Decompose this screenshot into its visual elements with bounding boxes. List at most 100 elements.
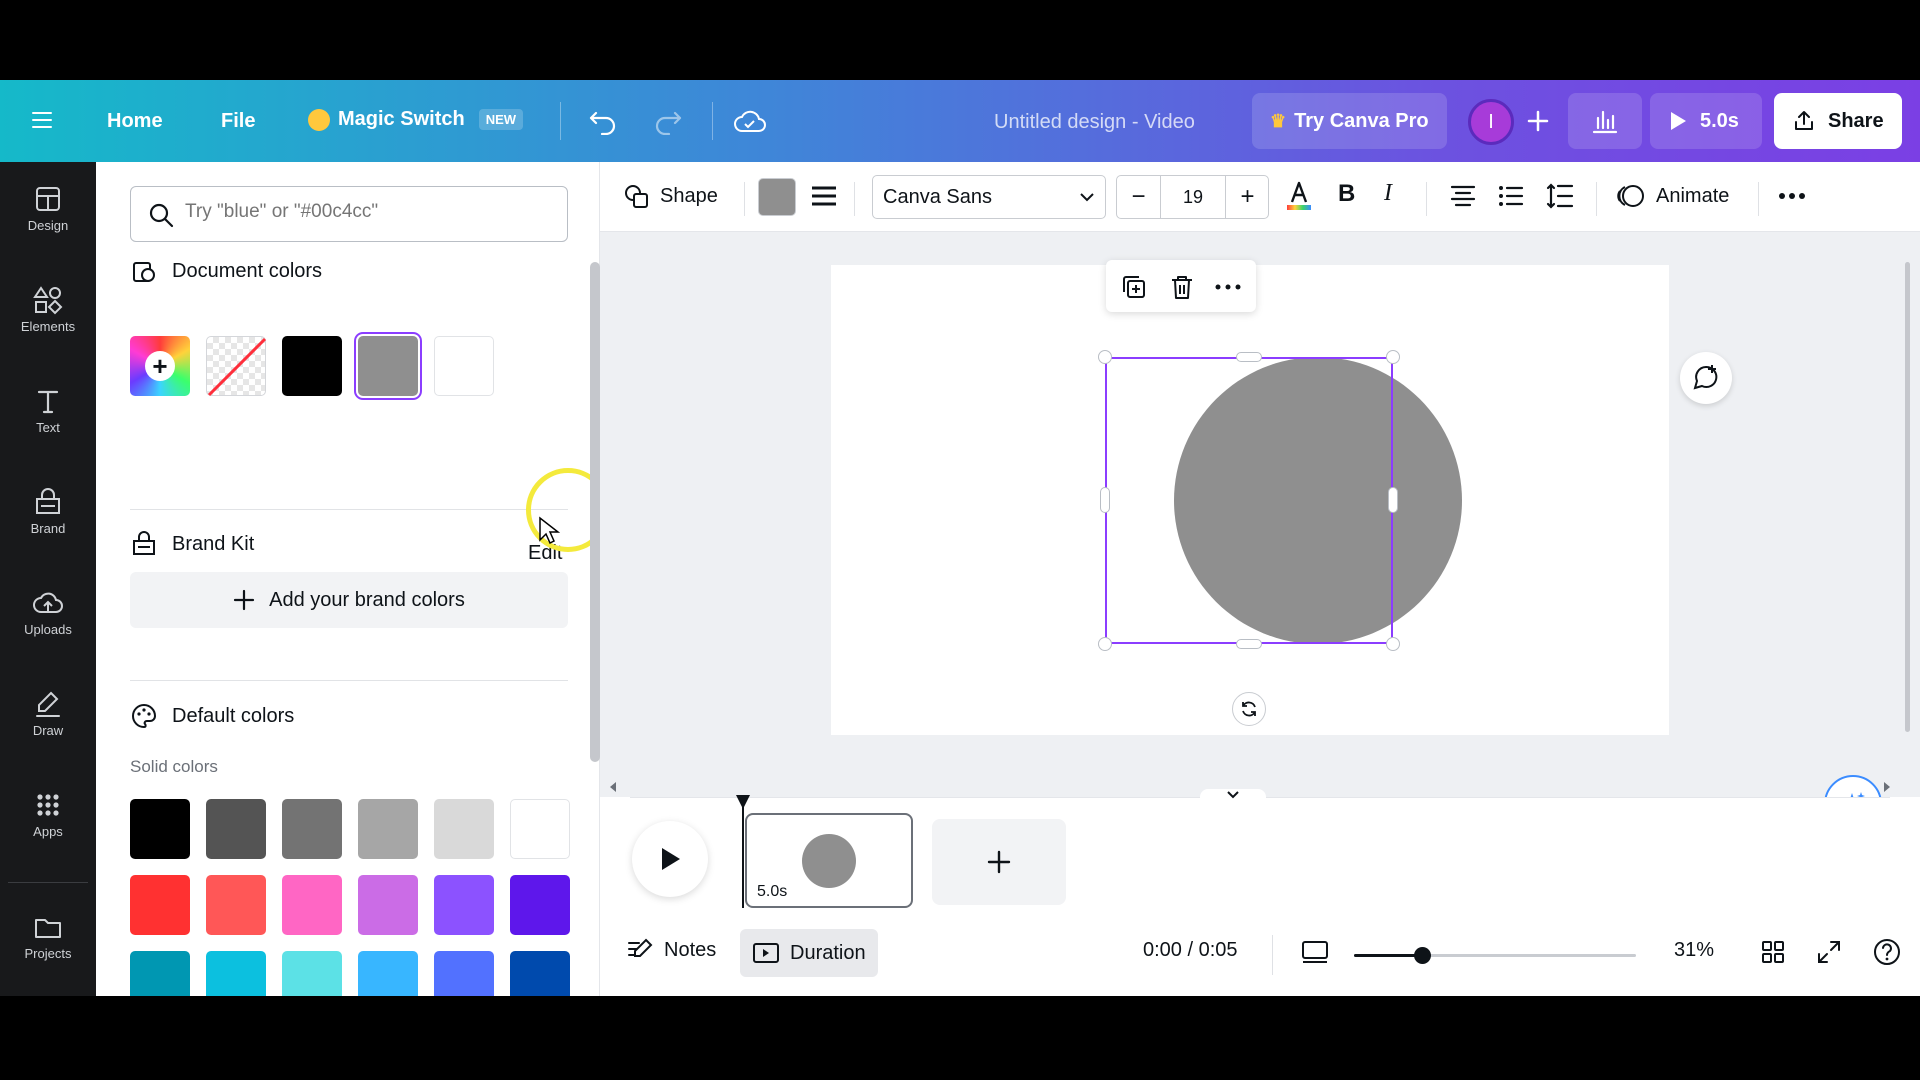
playhead[interactable]: [742, 802, 744, 908]
selection-box: [1105, 357, 1393, 644]
fullscreen-icon[interactable]: [1816, 939, 1842, 965]
sidebar-item-apps[interactable]: Apps: [0, 780, 96, 860]
play-preview-button[interactable]: 5.0s: [1650, 93, 1762, 149]
cloud-saved-icon[interactable]: [733, 107, 767, 135]
solid-color-swatch[interactable]: [130, 875, 190, 935]
add-comment-button[interactable]: [1680, 352, 1732, 404]
time-display: 0:00 / 0:05: [1143, 939, 1238, 961]
zoom-level[interactable]: 31%: [1674, 939, 1714, 962]
sidebar-item-design[interactable]: Design: [0, 174, 96, 254]
trash-icon[interactable]: [1168, 273, 1196, 301]
add-page-button[interactable]: [932, 819, 1066, 905]
font-size-input[interactable]: 19: [1161, 176, 1225, 218]
more-icon[interactable]: [1214, 280, 1242, 294]
zoom-slider[interactable]: [1354, 947, 1636, 964]
insights-icon[interactable]: [1568, 93, 1642, 149]
solid-color-swatch[interactable]: [130, 951, 190, 996]
apps-icon: [37, 794, 59, 816]
resize-handle[interactable]: [1100, 487, 1110, 513]
add-collaborator-icon[interactable]: [1526, 106, 1550, 136]
solid-color-swatch[interactable]: [282, 951, 342, 996]
solid-color-swatch[interactable]: [358, 951, 418, 996]
bold-icon[interactable]: B: [1338, 180, 1355, 208]
animate-button[interactable]: Animate: [1616, 182, 1729, 210]
zoom-slider-thumb[interactable]: [1414, 947, 1431, 964]
resize-handle[interactable]: [1388, 487, 1398, 513]
resize-handle[interactable]: [1236, 352, 1262, 362]
align-center-icon[interactable]: [1450, 184, 1476, 208]
redo-icon[interactable]: [653, 107, 683, 135]
line-spacing-icon[interactable]: [1546, 182, 1574, 210]
text-color-icon[interactable]: [1284, 178, 1314, 212]
resize-handle[interactable]: [1236, 639, 1262, 649]
solid-color-swatch[interactable]: [434, 799, 494, 859]
notes-button[interactable]: Notes: [626, 937, 716, 963]
collapse-timeline-button[interactable]: [1200, 789, 1266, 805]
solid-color-swatch[interactable]: [282, 875, 342, 935]
try-canva-pro-button[interactable]: ♛ Try Canva Pro: [1252, 93, 1447, 149]
solid-color-swatch[interactable]: [206, 799, 266, 859]
solid-color-swatch[interactable]: [510, 875, 570, 935]
more-options-icon[interactable]: [1778, 186, 1806, 206]
magic-switch-button[interactable]: Magic Switch NEW: [308, 108, 524, 131]
solid-color-swatch[interactable]: [510, 799, 570, 859]
timeline-play-button[interactable]: [632, 821, 708, 897]
page-view-icon[interactable]: [1300, 937, 1330, 967]
italic-icon[interactable]: I: [1384, 180, 1392, 207]
solid-color-swatch[interactable]: [434, 875, 494, 935]
solid-color-swatch[interactable]: [206, 875, 266, 935]
solid-color-swatch[interactable]: [282, 799, 342, 859]
sidebar-item-elements[interactable]: Elements: [0, 275, 96, 355]
solid-color-swatch[interactable]: [358, 875, 418, 935]
solid-color-swatch[interactable]: [206, 951, 266, 996]
canvas-scrollbar[interactable]: [1902, 242, 1912, 742]
solid-color-swatch[interactable]: [434, 951, 494, 996]
duration-button[interactable]: Duration: [740, 929, 878, 977]
panel-scrollbar[interactable]: [590, 262, 600, 762]
sidebar-item-draw[interactable]: Draw: [0, 679, 96, 759]
resize-handle[interactable]: [1098, 637, 1112, 651]
list-icon[interactable]: [1498, 184, 1524, 208]
solid-color-swatch[interactable]: [510, 951, 570, 996]
timeline-clip[interactable]: 5.0s: [745, 813, 913, 908]
sidebar-item-brand[interactable]: Brand: [0, 477, 96, 557]
shape-button[interactable]: Shape: [622, 182, 718, 210]
resize-handle[interactable]: [1386, 350, 1400, 364]
solid-color-swatch[interactable]: [130, 799, 190, 859]
add-brand-colors-button[interactable]: Add your brand colors: [130, 572, 568, 628]
sidebar-item-projects[interactable]: Projects: [0, 902, 96, 982]
design-page[interactable]: [831, 260, 1669, 735]
no-color-swatch[interactable]: [206, 336, 267, 397]
sidebar-item-uploads[interactable]: Uploads: [0, 578, 96, 658]
add-color-button[interactable]: +: [130, 336, 190, 396]
resize-handle[interactable]: [1098, 350, 1112, 364]
increase-font-size-button[interactable]: +: [1225, 176, 1269, 218]
rotate-handle[interactable]: [1232, 692, 1266, 726]
animate-label: Animate: [1656, 184, 1730, 207]
share-button[interactable]: Share: [1774, 93, 1902, 149]
document-color-swatch[interactable]: [434, 336, 494, 396]
solid-color-swatch[interactable]: [358, 799, 418, 859]
document-color-swatch[interactable]: [358, 336, 418, 396]
avatar[interactable]: I: [1468, 99, 1514, 145]
home-menu[interactable]: Home: [107, 110, 163, 133]
sidebar-item-text[interactable]: Text: [0, 376, 96, 456]
font-select[interactable]: Canva Sans: [872, 175, 1106, 219]
menu-icon[interactable]: [30, 108, 54, 132]
fill-color-button[interactable]: [758, 178, 796, 216]
decrease-font-size-button[interactable]: −: [1117, 176, 1161, 218]
undo-icon[interactable]: [588, 107, 618, 135]
grid-view-icon[interactable]: [1760, 939, 1786, 965]
divider: [130, 509, 568, 510]
draw-icon: [36, 691, 60, 717]
design-icon: [36, 187, 60, 211]
document-title[interactable]: Untitled design - Video: [994, 111, 1195, 134]
playhead-marker[interactable]: [736, 795, 750, 809]
color-search-input[interactable]: [185, 201, 555, 223]
document-color-swatch[interactable]: [282, 336, 342, 396]
duplicate-icon[interactable]: [1120, 273, 1148, 301]
file-menu[interactable]: File: [221, 110, 255, 133]
help-icon[interactable]: [1872, 937, 1902, 967]
border-style-icon[interactable]: [810, 184, 838, 210]
resize-handle[interactable]: [1386, 637, 1400, 651]
